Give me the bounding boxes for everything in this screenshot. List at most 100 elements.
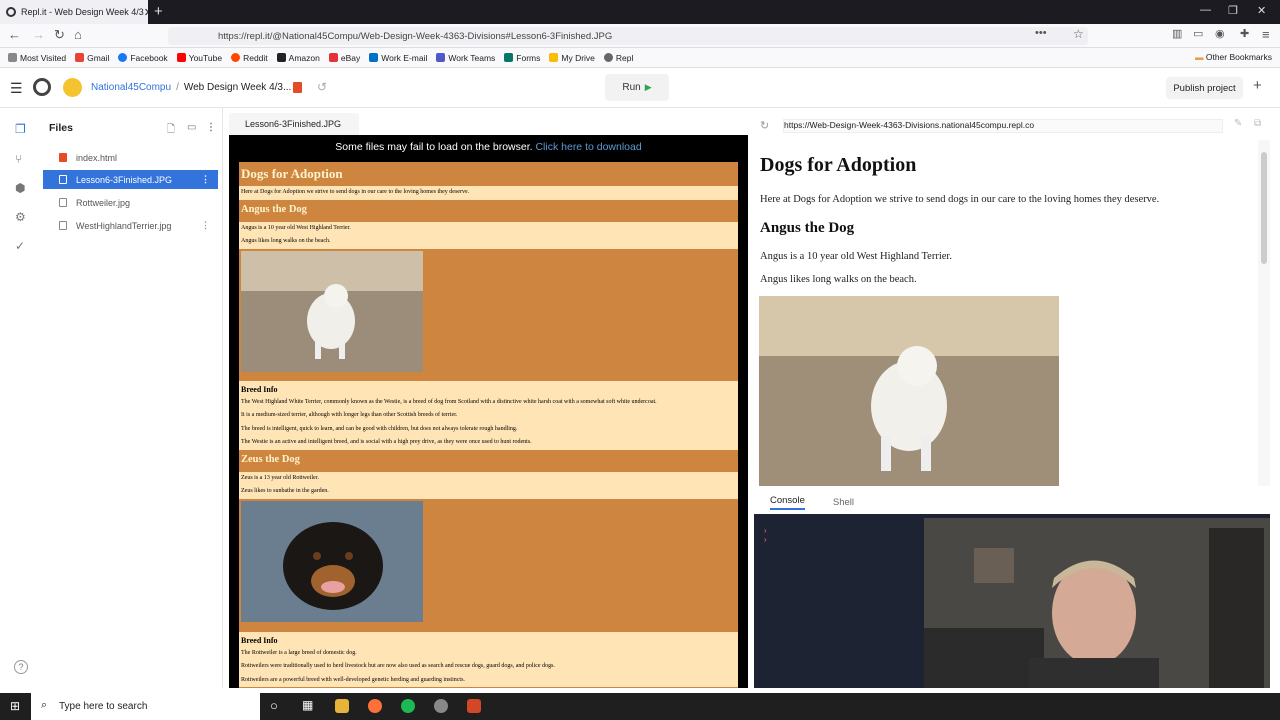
- add-folder-icon[interactable]: ▭: [187, 122, 196, 133]
- tab-shell[interactable]: Shell: [833, 497, 854, 508]
- browser-nav-bar: ← → ↻ ⌂ https://repl.it/@National45Compu…: [0, 24, 1280, 48]
- bookmark-gmail[interactable]: Gmail: [75, 53, 109, 63]
- preview-url-bar[interactable]: https://Web-Design-Week-4363-Divisions.n…: [783, 119, 1223, 133]
- cortana-icon[interactable]: ○: [270, 698, 278, 713]
- replit-logo-icon[interactable]: [33, 78, 51, 96]
- home-icon[interactable]: ⌂: [74, 27, 82, 42]
- image-file-icon: [59, 198, 67, 207]
- ss-westie-1: The West Highland White Terrier, commonl…: [239, 395, 738, 409]
- gear-icon: [8, 53, 17, 62]
- browser-tab[interactable]: Repl.it - Web Design Week 4/3 ✕: [0, 0, 148, 24]
- bookmark-repl[interactable]: Repl: [603, 53, 633, 63]
- page-actions-icon[interactable]: •••: [1035, 27, 1047, 39]
- bookmark-youtube[interactable]: YouTube: [176, 53, 222, 63]
- other-bookmarks[interactable]: ▬ Other Bookmarks: [1195, 52, 1272, 62]
- files-title: Files: [49, 122, 73, 134]
- facebook-icon: [118, 53, 128, 62]
- file-options-icon[interactable]: ⋮: [201, 174, 210, 185]
- spotify-icon[interactable]: [401, 699, 415, 713]
- hamburger-menu-icon[interactable]: ☰: [10, 80, 23, 97]
- file-index-html[interactable]: index.html: [43, 148, 218, 167]
- ss-intro: Here at Dogs for Adoption we strive to s…: [239, 186, 738, 200]
- windows-start-icon[interactable]: ⊞: [10, 699, 20, 713]
- publish-project-button[interactable]: Publish project: [1166, 77, 1243, 99]
- editor-tab[interactable]: Lesson6-3Finished.JPG: [229, 113, 359, 135]
- download-link[interactable]: Click here to download: [535, 141, 641, 153]
- bookmark-ebay[interactable]: eBay: [328, 53, 360, 63]
- edit-icon[interactable]: ✎: [1234, 118, 1242, 129]
- repl-header: ☰ National45Compu / Web Design Week 4/3...…: [0, 68, 1280, 108]
- restore-icon[interactable]: ❐: [1228, 4, 1238, 17]
- file-lesson6-3finished[interactable]: Lesson6-3Finished.JPG ⋮: [43, 170, 218, 189]
- tab-console[interactable]: Console: [770, 495, 805, 510]
- library-icon[interactable]: ▥: [1172, 27, 1182, 40]
- bookmark-work-teams[interactable]: Work Teams: [436, 53, 495, 63]
- file-explorer-icon[interactable]: [335, 699, 349, 713]
- bookmark-facebook[interactable]: Facebook: [118, 53, 168, 63]
- ss-westie-4: The Westie is an active and intelligent …: [239, 436, 738, 450]
- task-view-icon[interactable]: ▦: [302, 698, 313, 712]
- run-button[interactable]: Run ▶: [605, 74, 669, 101]
- check-icon[interactable]: ✓: [15, 239, 25, 253]
- packages-icon[interactable]: ⬢: [15, 181, 25, 195]
- preview-westie-photo: [759, 296, 1059, 486]
- html-file-icon: [59, 153, 67, 162]
- browser-tab-bar: Repl.it - Web Design Week 4/3 ✕ + — ❐ ✕: [0, 0, 1280, 24]
- preview-reload-icon[interactable]: ↻: [760, 119, 769, 132]
- more-options-icon[interactable]: ⋮: [206, 122, 216, 133]
- files-icon[interactable]: ❐: [15, 122, 26, 136]
- bookmark-my-drive[interactable]: My Drive: [549, 53, 595, 63]
- extensions-icon[interactable]: ✚: [1240, 27, 1249, 40]
- ss-rott-2: Rottweilers were traditionally used to h…: [239, 660, 738, 674]
- bookmark-star-icon[interactable]: ☆: [1073, 27, 1084, 41]
- firefox-icon[interactable]: [368, 699, 382, 713]
- bookmarks-bar: Most Visited Gmail Facebook YouTube Redd…: [0, 48, 1280, 68]
- ss-rott-3: Rottweilers are a powerful breed with we…: [239, 673, 738, 687]
- bookmark-forms[interactable]: Forms: [504, 53, 540, 63]
- settings-gear-icon[interactable]: ⚙: [15, 210, 26, 224]
- powerpoint-icon[interactable]: [467, 699, 481, 713]
- repl-icon: [603, 53, 613, 62]
- preview-heading: Dogs for Adoption: [760, 154, 917, 176]
- console-prompt-icon: › ›: [764, 526, 767, 544]
- file-rottweiler[interactable]: Rottweiler.jpg: [43, 193, 218, 212]
- add-file-icon[interactable]: 🗋: [167, 122, 175, 139]
- avatar[interactable]: [63, 78, 82, 97]
- back-icon[interactable]: ←: [8, 27, 21, 42]
- taskbar-search[interactable]: ⌕ Type here to search: [31, 693, 260, 720]
- sidebar-icon[interactable]: ▭: [1193, 27, 1203, 40]
- url-bar[interactable]: https://repl.it/@National45Compu/Web-Des…: [168, 27, 1088, 45]
- history-icon[interactable]: ↺: [317, 80, 327, 94]
- preview-intro: Here at Dogs for Adoption we strive to s…: [760, 194, 1160, 205]
- bookmark-work-email[interactable]: Work E-mail: [369, 53, 427, 63]
- breadcrumb-separator: /: [176, 82, 179, 93]
- breadcrumb-project[interactable]: Web Design Week 4/3...: [184, 82, 291, 93]
- version-control-icon[interactable]: ⑂: [15, 152, 22, 166]
- minimize-icon[interactable]: —: [1200, 4, 1211, 16]
- webcam-overlay: [924, 518, 1270, 688]
- ss-heading: Dogs for Adoption: [241, 166, 343, 181]
- bookmark-reddit[interactable]: Reddit: [231, 53, 268, 63]
- teams-icon: [436, 53, 446, 62]
- ss-westie-2: It is a medium-sized terrier, although w…: [239, 409, 738, 423]
- breadcrumb-user[interactable]: National45Compu: [91, 82, 171, 93]
- open-new-tab-icon[interactable]: ⧉: [1254, 118, 1261, 129]
- reddit-icon: [231, 53, 241, 62]
- obs-icon[interactable]: [434, 699, 448, 713]
- file-westhighlandterrier[interactable]: WestHighlandTerrier.jpg ⋮: [43, 216, 218, 235]
- menu-icon[interactable]: ≡: [1262, 27, 1270, 42]
- preview-scroll-thumb[interactable]: [1261, 152, 1267, 264]
- ss-zeus-p1: Zeus is a 13 year old Rottweiler.: [239, 471, 738, 485]
- plus-icon[interactable]: +: [1253, 77, 1262, 94]
- reload-icon[interactable]: ↻: [54, 27, 65, 43]
- bookmark-amazon[interactable]: Amazon: [276, 53, 320, 63]
- ss-rott-1: The Rottweiler is a large breed of domes…: [239, 646, 738, 660]
- bookmark-most-visited[interactable]: Most Visited: [8, 53, 66, 63]
- close-icon[interactable]: ✕: [144, 6, 148, 19]
- help-icon[interactable]: ?: [14, 660, 28, 674]
- file-options-icon[interactable]: ⋮: [201, 220, 210, 231]
- close-window-icon[interactable]: ✕: [1257, 4, 1266, 17]
- new-tab-icon[interactable]: +: [154, 3, 163, 20]
- account-icon[interactable]: ◉: [1215, 27, 1225, 40]
- forward-icon[interactable]: →: [32, 27, 45, 42]
